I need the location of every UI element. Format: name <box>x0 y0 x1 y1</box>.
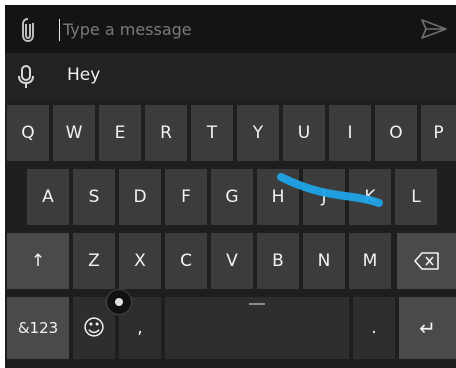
screen: Hey Q W E R T Y U I O P A S D F G H J K … <box>0 0 456 368</box>
key-n[interactable]: N <box>303 233 345 289</box>
key-w[interactable]: W <box>53 105 95 161</box>
key-p[interactable]: P <box>421 105 456 161</box>
key-y[interactable]: Y <box>237 105 279 161</box>
send-icon[interactable] <box>420 18 448 40</box>
key-b[interactable]: B <box>257 233 299 289</box>
onscreen-keyboard: Hey Q W E R T Y U I O P A S D F G H J K … <box>5 53 456 368</box>
key-q[interactable]: Q <box>7 105 49 161</box>
space-bar[interactable] <box>165 297 349 359</box>
backspace-key[interactable] <box>397 233 456 289</box>
enter-key[interactable]: ↵ <box>399 297 456 359</box>
backspace-icon <box>413 252 439 270</box>
cursor-control-dot <box>115 298 123 306</box>
key-a[interactable]: A <box>27 169 69 225</box>
word-suggestion[interactable]: Hey <box>67 65 100 85</box>
message-input[interactable] <box>55 15 405 43</box>
key-i[interactable]: I <box>329 105 371 161</box>
space-bar-handle <box>249 303 265 305</box>
key-u[interactable]: U <box>283 105 325 161</box>
suggestion-bar: Hey <box>5 53 456 101</box>
key-r[interactable]: R <box>145 105 187 161</box>
key-h[interactable]: H <box>257 169 299 225</box>
message-bar <box>5 5 456 53</box>
key-d[interactable]: D <box>119 169 161 225</box>
key-k[interactable]: K <box>349 169 391 225</box>
key-c[interactable]: C <box>165 233 207 289</box>
key-x[interactable]: X <box>119 233 161 289</box>
period-key[interactable]: . <box>353 297 395 359</box>
key-o[interactable]: O <box>375 105 417 161</box>
key-l[interactable]: L <box>395 169 437 225</box>
microphone-icon[interactable] <box>17 63 35 91</box>
key-v[interactable]: V <box>211 233 253 289</box>
key-m[interactable]: M <box>349 233 391 289</box>
shift-key[interactable]: ↑ <box>7 233 69 289</box>
paperclip-icon[interactable] <box>19 15 37 43</box>
key-g[interactable]: G <box>211 169 253 225</box>
key-f[interactable]: F <box>165 169 207 225</box>
key-j[interactable]: J <box>303 169 345 225</box>
key-t[interactable]: T <box>191 105 233 161</box>
numbers-key[interactable]: &123 <box>7 297 69 359</box>
key-z[interactable]: Z <box>73 233 115 289</box>
key-e[interactable]: E <box>99 105 141 161</box>
cursor-control-nub[interactable] <box>106 289 132 315</box>
key-s[interactable]: S <box>73 169 115 225</box>
